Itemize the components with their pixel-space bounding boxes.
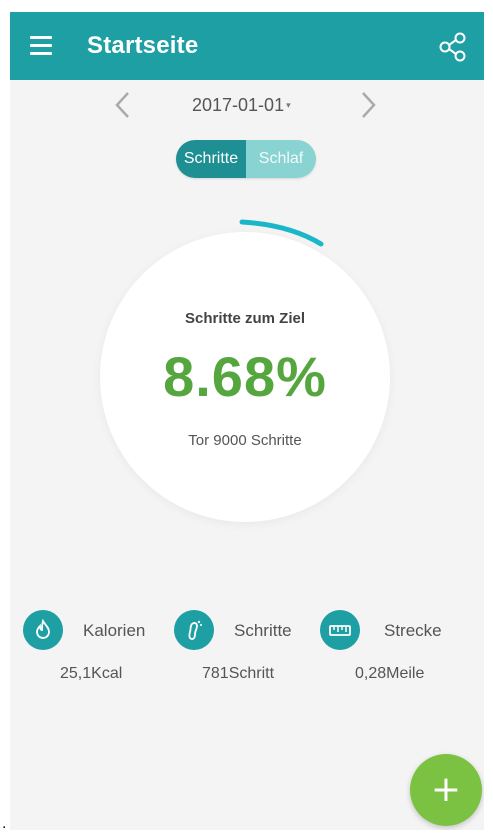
flame-icon xyxy=(23,610,63,650)
stat-label-distance: Strecke xyxy=(384,621,442,640)
steps-sleep-toggle: Schritte Schlaf xyxy=(176,140,316,178)
stat-label-steps: Schritte xyxy=(234,621,292,640)
chevron-right-icon[interactable] xyxy=(355,90,381,120)
goal-progress-circle: Schritte zum Ziel 8.68% Tor 9000 Schritt… xyxy=(100,232,390,522)
stat-value-calories: 25,1Kcal xyxy=(60,665,123,682)
app-bar: Startseite xyxy=(10,12,484,80)
goal-target: Tor 9000 Schritte xyxy=(188,432,302,449)
date-selector[interactable]: 2017-01-01 ▾ xyxy=(192,95,291,116)
goal-percent: 8.68% xyxy=(163,345,327,408)
tab-steps[interactable]: Schritte xyxy=(176,140,246,178)
hamburger-menu-icon[interactable] xyxy=(28,34,58,58)
chevron-left-icon[interactable] xyxy=(110,90,136,120)
page-title: Startseite xyxy=(87,32,199,59)
date-value: 2017-01-01 xyxy=(192,95,285,115)
add-icon: + xyxy=(430,769,462,810)
stat-label-calories: Kalorien xyxy=(83,621,146,640)
phone-screen: Startseite 2017-01-01 ▾ Schritte Schlaf … xyxy=(10,12,484,830)
stat-value-steps: 781Schritt xyxy=(202,665,275,682)
footprint-icon xyxy=(174,610,214,650)
goal-label: Schritte zum Ziel xyxy=(184,310,306,327)
tab-sleep[interactable]: Schlaf xyxy=(246,140,316,178)
chevron-down-icon: ▾ xyxy=(286,100,291,110)
ruler-icon xyxy=(320,610,360,650)
stray-dot: . xyxy=(2,815,7,832)
share-icon[interactable] xyxy=(436,30,470,64)
stat-value-distance: 0,28Meile xyxy=(355,665,425,682)
date-navigator: 2017-01-01 ▾ xyxy=(10,84,484,128)
add-button[interactable]: + xyxy=(410,754,482,826)
